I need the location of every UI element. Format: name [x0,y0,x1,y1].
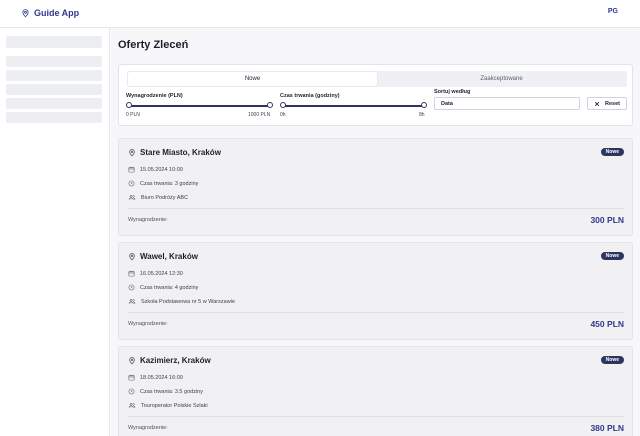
offer-location: Kazimierz, Kraków [140,356,211,365]
pay-amount: 300 PLN [590,215,624,225]
pay-label: Wynagrodzenie: [128,321,168,327]
salary-max-value: 1000 PLN [248,112,271,118]
calendar-icon [128,166,135,173]
salary-min-handle[interactable] [126,102,132,108]
offer-card[interactable]: Stare Miasto, Kraków Nowe 15.05.2024 10:… [118,138,633,236]
offer-title: Kazimierz, Kraków [128,356,211,365]
map-pin-icon [21,8,30,18]
offer-duration-row: Czas trwania: 4 godziny [128,284,198,291]
divider [128,208,624,209]
sidebar-skeleton-item [6,84,102,95]
close-icon [594,101,600,107]
app-brand[interactable]: Guide App [21,8,79,18]
offer-date: 15.05.2024 10:00 [140,166,183,173]
offer-duration: Czas trwania: 3.5 godziny [140,388,203,395]
sidebar-skeleton-item [6,36,102,48]
salary-max-handle[interactable] [267,102,273,108]
map-pin-icon [128,252,136,261]
main-content: Oferty Zleceń Nowe Zaakceptowane Wynagro… [111,28,640,436]
status-badge: Nowe [600,252,624,260]
sidebar-skeleton-item [6,112,102,123]
duration-max-value: 8h [419,112,425,118]
pay-amount: 380 PLN [590,423,624,433]
app-name: Guide App [34,8,80,18]
offer-client-row: Touroperator Polskie Szlaki [128,402,208,409]
offer-duration: Czas trwania: 3 godziny [140,180,199,187]
pay-amount: 450 PLN [590,319,624,329]
pay-label: Wynagrodzenie: [128,217,168,223]
offer-duration-row: Czas trwania: 3 godziny [128,180,198,187]
divider [128,416,624,417]
offer-date-row: 15.05.2024 10:00 [128,166,183,173]
clock-icon [128,284,135,291]
offer-location: Stare Miasto, Kraków [140,148,221,157]
duration-filter-label: Czas trwania (godziny) [280,93,340,99]
offer-title: Stare Miasto, Kraków [128,148,221,157]
offer-date: 16.05.2024 12:30 [140,270,183,277]
user-avatar[interactable]: PG [608,8,618,15]
offer-client-row: Biuro Podróży ABC [128,194,188,201]
offer-client-row: Szkoła Podstawowa nr 5 w Warszawie [128,298,235,305]
map-pin-icon [128,356,136,365]
sidebar-skeleton-item [6,56,102,67]
pay-label: Wynagrodzenie: [128,425,168,431]
offer-date-row: 18.05.2024 16:00 [128,374,183,381]
users-icon [128,402,136,409]
divider [128,312,624,313]
duration-range-slider[interactable] [280,101,427,111]
sidebar-skeleton-item [6,98,102,109]
page-title: Oferty Zleceń [118,39,189,51]
status-badge: Nowe [600,148,624,156]
reset-button[interactable]: Reset [587,97,627,110]
sidebar-skeleton-item [6,70,102,81]
duration-min-handle[interactable] [280,102,286,108]
duration-max-handle[interactable] [421,102,427,108]
users-icon [128,194,136,201]
offer-client: Biuro Podróży ABC [141,194,189,201]
offer-client: Szkoła Podstawowa nr 5 w Warszawie [141,298,235,305]
tab-new[interactable]: Nowe [128,72,377,86]
offer-duration: Czas trwania: 4 godziny [140,284,199,291]
salary-filter-label: Wynagrodzenie (PLN) [126,93,183,99]
calendar-icon [128,270,135,277]
sort-select[interactable]: Data [434,97,580,110]
offer-date: 18.05.2024 16:00 [140,374,183,381]
users-icon [128,298,136,305]
reset-label: Reset [605,100,620,107]
tab-accepted[interactable]: Zaakceptowane [377,72,626,86]
clock-icon [128,388,135,395]
duration-min-value: 0h [280,112,286,118]
offer-location: Wawel, Kraków [140,252,198,261]
sidebar [0,28,110,436]
offer-card[interactable]: Wawel, Kraków Nowe 16.05.2024 12:30 Czas… [118,242,633,340]
sort-label: Sortuj według [434,89,471,95]
status-tabs: Nowe Zaakceptowane [127,71,627,87]
calendar-icon [128,374,135,381]
salary-min-value: 0 PLN [126,112,140,118]
salary-range-slider[interactable] [126,101,273,111]
clock-icon [128,180,135,187]
offer-card[interactable]: Kazimierz, Kraków Nowe 18.05.2024 16:00 … [118,346,633,436]
offer-date-row: 16.05.2024 12:30 [128,270,183,277]
offer-duration-row: Czas trwania: 3.5 godziny [128,388,203,395]
top-bar: Guide App PG [0,0,640,28]
offer-client: Touroperator Polskie Szlaki [141,402,208,409]
status-badge: Nowe [600,356,624,364]
offer-title: Wawel, Kraków [128,252,198,261]
filters-panel: Nowe Zaakceptowane Wynagrodzenie (PLN) 0… [118,64,633,126]
map-pin-icon [128,148,136,157]
